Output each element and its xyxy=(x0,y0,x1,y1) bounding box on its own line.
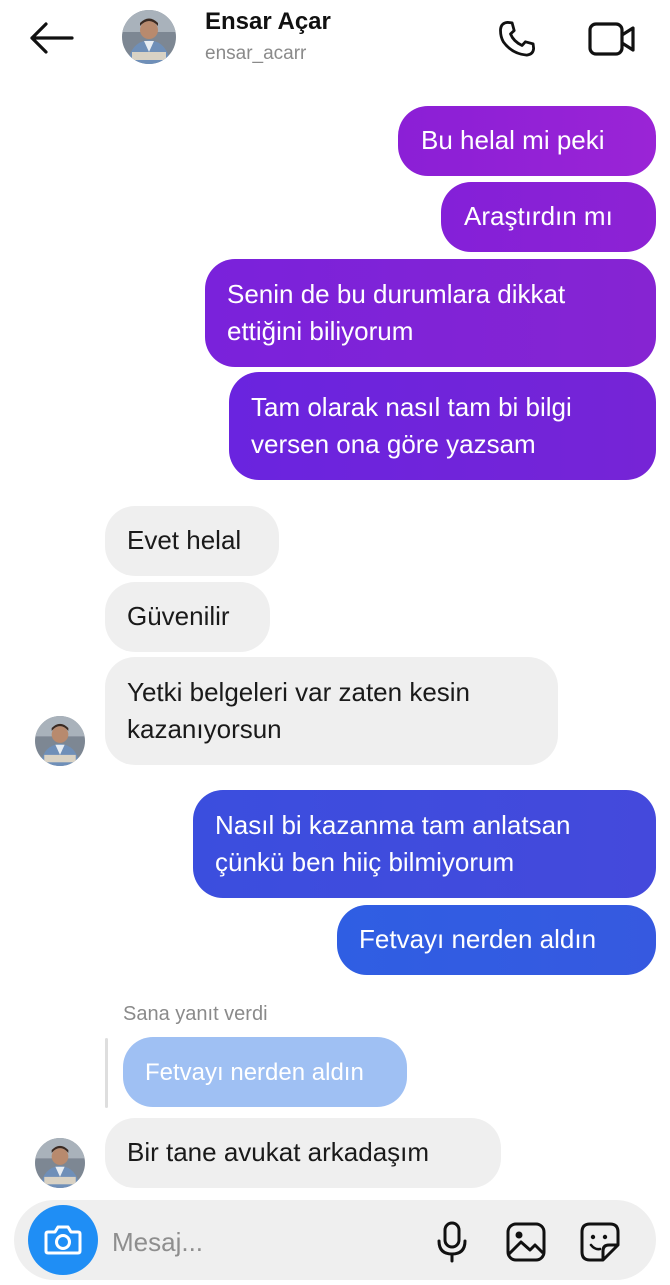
sticker-button[interactable] xyxy=(576,1218,624,1266)
contact-avatar[interactable] xyxy=(35,1138,85,1188)
contact-avatar[interactable] xyxy=(35,716,85,766)
sticker-icon xyxy=(580,1222,620,1262)
sent-message[interactable]: Tam olarak nasıl tam bi bilgi versen ona… xyxy=(229,372,656,480)
sent-message[interactable]: Araştırdın mı xyxy=(441,182,656,252)
received-message[interactable]: Yetki belgeleri var zaten kesin kazanıyo… xyxy=(105,657,558,765)
contact-username[interactable]: ensar_acarr xyxy=(205,43,306,65)
reply-label: Sana yanıt verdi xyxy=(123,1003,268,1025)
video-call-button[interactable] xyxy=(584,14,640,64)
arrow-left-icon xyxy=(30,22,74,54)
quoted-message[interactable]: Fetvayı nerden aldın xyxy=(123,1037,407,1107)
video-camera-icon xyxy=(588,22,635,56)
camera-button[interactable] xyxy=(28,1205,98,1275)
contact-name[interactable]: Ensar Açar xyxy=(205,8,331,36)
microphone-icon xyxy=(437,1221,467,1263)
call-button[interactable] xyxy=(492,14,542,64)
received-message[interactable]: Güvenilir xyxy=(105,582,270,652)
reply-indicator-bar xyxy=(105,1038,108,1108)
sent-message[interactable]: Senin de bu durumlara dikkat ettiğini bi… xyxy=(205,259,656,367)
received-message[interactable]: Bir tane avukat arkadaşım xyxy=(105,1118,501,1188)
camera-icon xyxy=(44,1225,82,1255)
message-input[interactable] xyxy=(112,1214,402,1270)
profile-avatar[interactable] xyxy=(122,10,176,64)
image-icon xyxy=(506,1222,546,1262)
message-composer xyxy=(14,1200,656,1280)
sent-message[interactable]: Bu helal mi peki xyxy=(398,106,656,176)
sent-message[interactable]: Fetvayı nerden aldın xyxy=(337,905,656,975)
gallery-button[interactable] xyxy=(502,1218,550,1266)
sent-message[interactable]: Nasıl bi kazanma tam anlatsan çünkü ben … xyxy=(193,790,656,898)
received-message[interactable]: Evet helal xyxy=(105,506,279,576)
microphone-button[interactable] xyxy=(432,1218,472,1266)
back-button[interactable] xyxy=(26,18,76,58)
phone-icon xyxy=(499,20,536,57)
chat-header: Ensar Açar ensar_acarr xyxy=(0,0,670,80)
